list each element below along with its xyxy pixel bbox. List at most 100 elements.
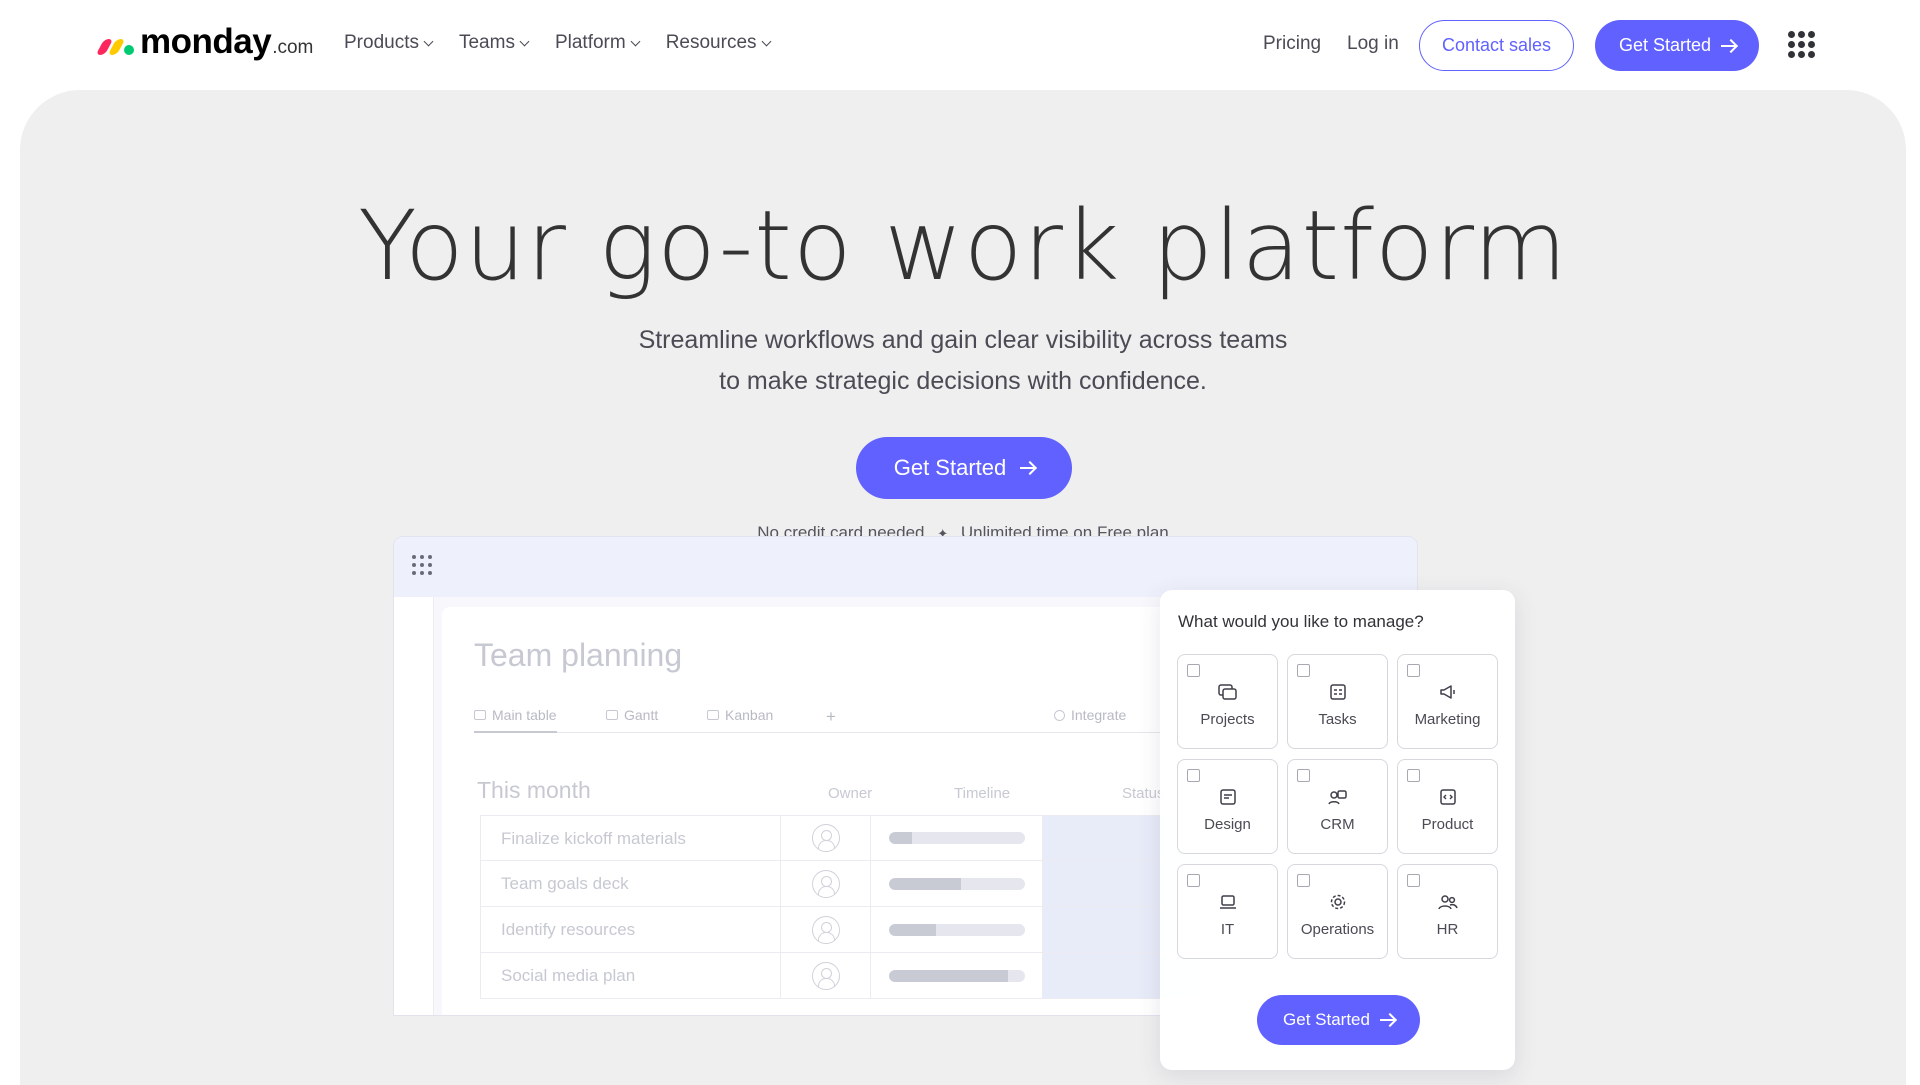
monday-logo[interactable]: monday .com bbox=[95, 22, 313, 62]
nav-teams-label: Teams bbox=[458, 32, 515, 53]
timeline-cell bbox=[871, 907, 1043, 952]
option-it[interactable]: IT bbox=[1177, 864, 1278, 959]
option-product[interactable]: Product bbox=[1397, 759, 1498, 854]
tab-gantt-label: Gantt bbox=[624, 707, 659, 723]
apps-grid-icon bbox=[412, 555, 432, 575]
checkbox[interactable] bbox=[1297, 664, 1310, 677]
card-get-started-button[interactable]: Get Started bbox=[1257, 995, 1420, 1045]
board-sidebar bbox=[394, 597, 434, 1015]
checkbox[interactable] bbox=[1407, 874, 1420, 887]
timeline-fill bbox=[888, 923, 937, 936]
contact-sales-label: Contact sales bbox=[1441, 35, 1552, 55]
laptop-icon bbox=[1218, 893, 1238, 911]
nav-teams[interactable]: Teams bbox=[458, 32, 530, 54]
nav-platform[interactable]: Platform bbox=[554, 32, 641, 54]
owner-cell bbox=[781, 816, 871, 860]
tab-gantt[interactable]: Gantt bbox=[606, 707, 658, 723]
login-link[interactable]: Log in bbox=[1347, 33, 1399, 55]
option-projects[interactable]: Projects bbox=[1177, 654, 1278, 749]
option-label: IT bbox=[1220, 921, 1235, 938]
option-label: Operations bbox=[1300, 921, 1375, 938]
checkbox[interactable] bbox=[1187, 769, 1200, 782]
timeline-bar bbox=[888, 877, 1025, 890]
option-hr[interactable]: HR bbox=[1397, 864, 1498, 959]
hero-get-started-label: Get Started bbox=[893, 455, 1007, 480]
add-view-button[interactable]: + bbox=[826, 707, 836, 727]
timeline-fill bbox=[888, 969, 1009, 982]
tab-kanban-label: Kanban bbox=[725, 707, 774, 723]
logo-word: monday bbox=[140, 22, 272, 61]
checkbox[interactable] bbox=[1187, 874, 1200, 887]
task-name: Identify resources bbox=[481, 907, 781, 952]
option-design[interactable]: Design bbox=[1177, 759, 1278, 854]
task-name: Finalize kickoff materials bbox=[481, 816, 781, 860]
integrate-icon bbox=[1054, 709, 1065, 721]
arrow-right-icon bbox=[1020, 467, 1035, 469]
option-label: Design bbox=[1204, 816, 1251, 833]
hero-title: Your go-to work platform bbox=[358, 190, 1568, 302]
logo-mark-icon bbox=[95, 39, 134, 55]
timeline-fill bbox=[888, 832, 912, 844]
checkbox[interactable] bbox=[1407, 664, 1420, 677]
chevron-down-icon bbox=[630, 36, 641, 46]
nav-resources[interactable]: Resources bbox=[665, 32, 771, 54]
table-icon bbox=[474, 710, 486, 720]
option-tasks[interactable]: Tasks bbox=[1287, 654, 1388, 749]
nav-products-label: Products bbox=[344, 32, 419, 53]
option-label: Projects bbox=[1200, 711, 1255, 728]
avatar-icon bbox=[811, 824, 840, 852]
timeline-bar bbox=[888, 969, 1025, 982]
checkbox[interactable] bbox=[1187, 664, 1200, 677]
hero-get-started-button[interactable]: Get Started bbox=[856, 437, 1072, 499]
timeline-cell bbox=[871, 816, 1043, 860]
tab-main-table-label: Main table bbox=[492, 707, 557, 723]
nav-resources-label: Resources bbox=[665, 32, 757, 53]
chevron-down-icon bbox=[761, 36, 771, 46]
checkbox[interactable] bbox=[1297, 769, 1310, 782]
option-label: CRM bbox=[1320, 816, 1355, 833]
board-tabs: Main table Gantt Kanban + Integrate bbox=[474, 703, 1174, 733]
group-title: This month bbox=[477, 777, 591, 803]
table-row[interactable]: Team goals deck bbox=[480, 861, 1200, 907]
owner-cell bbox=[781, 953, 871, 998]
timeline-fill bbox=[888, 877, 961, 890]
board-title: Team planning bbox=[474, 637, 683, 673]
table-row[interactable]: Identify resources bbox=[480, 907, 1200, 953]
nav-platform-label: Platform bbox=[554, 32, 626, 53]
gantt-icon bbox=[606, 710, 618, 720]
pricing-link[interactable]: Pricing bbox=[1263, 33, 1321, 55]
checkbox[interactable] bbox=[1407, 769, 1420, 782]
table-row[interactable]: Social media plan bbox=[480, 953, 1200, 999]
nav-products[interactable]: Products bbox=[344, 32, 434, 54]
option-crm[interactable]: CRM bbox=[1287, 759, 1388, 854]
option-marketing[interactable]: Marketing bbox=[1397, 654, 1498, 749]
chevron-down-icon bbox=[423, 36, 434, 46]
card-get-started-label: Get Started bbox=[1283, 1010, 1370, 1029]
task-name: Social media plan bbox=[481, 953, 781, 998]
nav-get-started-label: Get Started bbox=[1618, 35, 1712, 55]
option-label: Tasks bbox=[1318, 711, 1357, 728]
table-row[interactable]: Finalize kickoff materials bbox=[480, 815, 1200, 861]
integrate-button[interactable]: Integrate bbox=[1054, 707, 1126, 723]
apps-grid-icon[interactable] bbox=[1788, 31, 1815, 58]
avatar-icon bbox=[811, 915, 840, 944]
tab-kanban[interactable]: Kanban bbox=[707, 707, 773, 723]
hero-subtitle: Streamline workflows and gain clear visi… bbox=[20, 320, 1906, 402]
product-icon bbox=[1438, 788, 1458, 806]
megaphone-icon bbox=[1438, 683, 1458, 701]
owner-cell bbox=[781, 907, 871, 952]
add-view-label: + bbox=[826, 707, 836, 726]
option-operations[interactable]: Operations bbox=[1287, 864, 1388, 959]
contact-sales-button[interactable]: Contact sales bbox=[1419, 20, 1574, 71]
board-topbar bbox=[394, 537, 1417, 597]
tab-main-table[interactable]: Main table bbox=[474, 707, 557, 733]
task-rows: Finalize kickoff materials Team goals de… bbox=[480, 815, 1200, 999]
timeline-cell bbox=[871, 861, 1043, 906]
option-label: Product bbox=[1421, 816, 1474, 833]
avatar-icon bbox=[811, 869, 840, 898]
avatar-icon bbox=[811, 961, 840, 990]
nav-get-started-button[interactable]: Get Started bbox=[1595, 20, 1759, 71]
design-icon bbox=[1218, 788, 1238, 806]
checkbox[interactable] bbox=[1297, 874, 1310, 887]
owner-cell bbox=[781, 861, 871, 906]
